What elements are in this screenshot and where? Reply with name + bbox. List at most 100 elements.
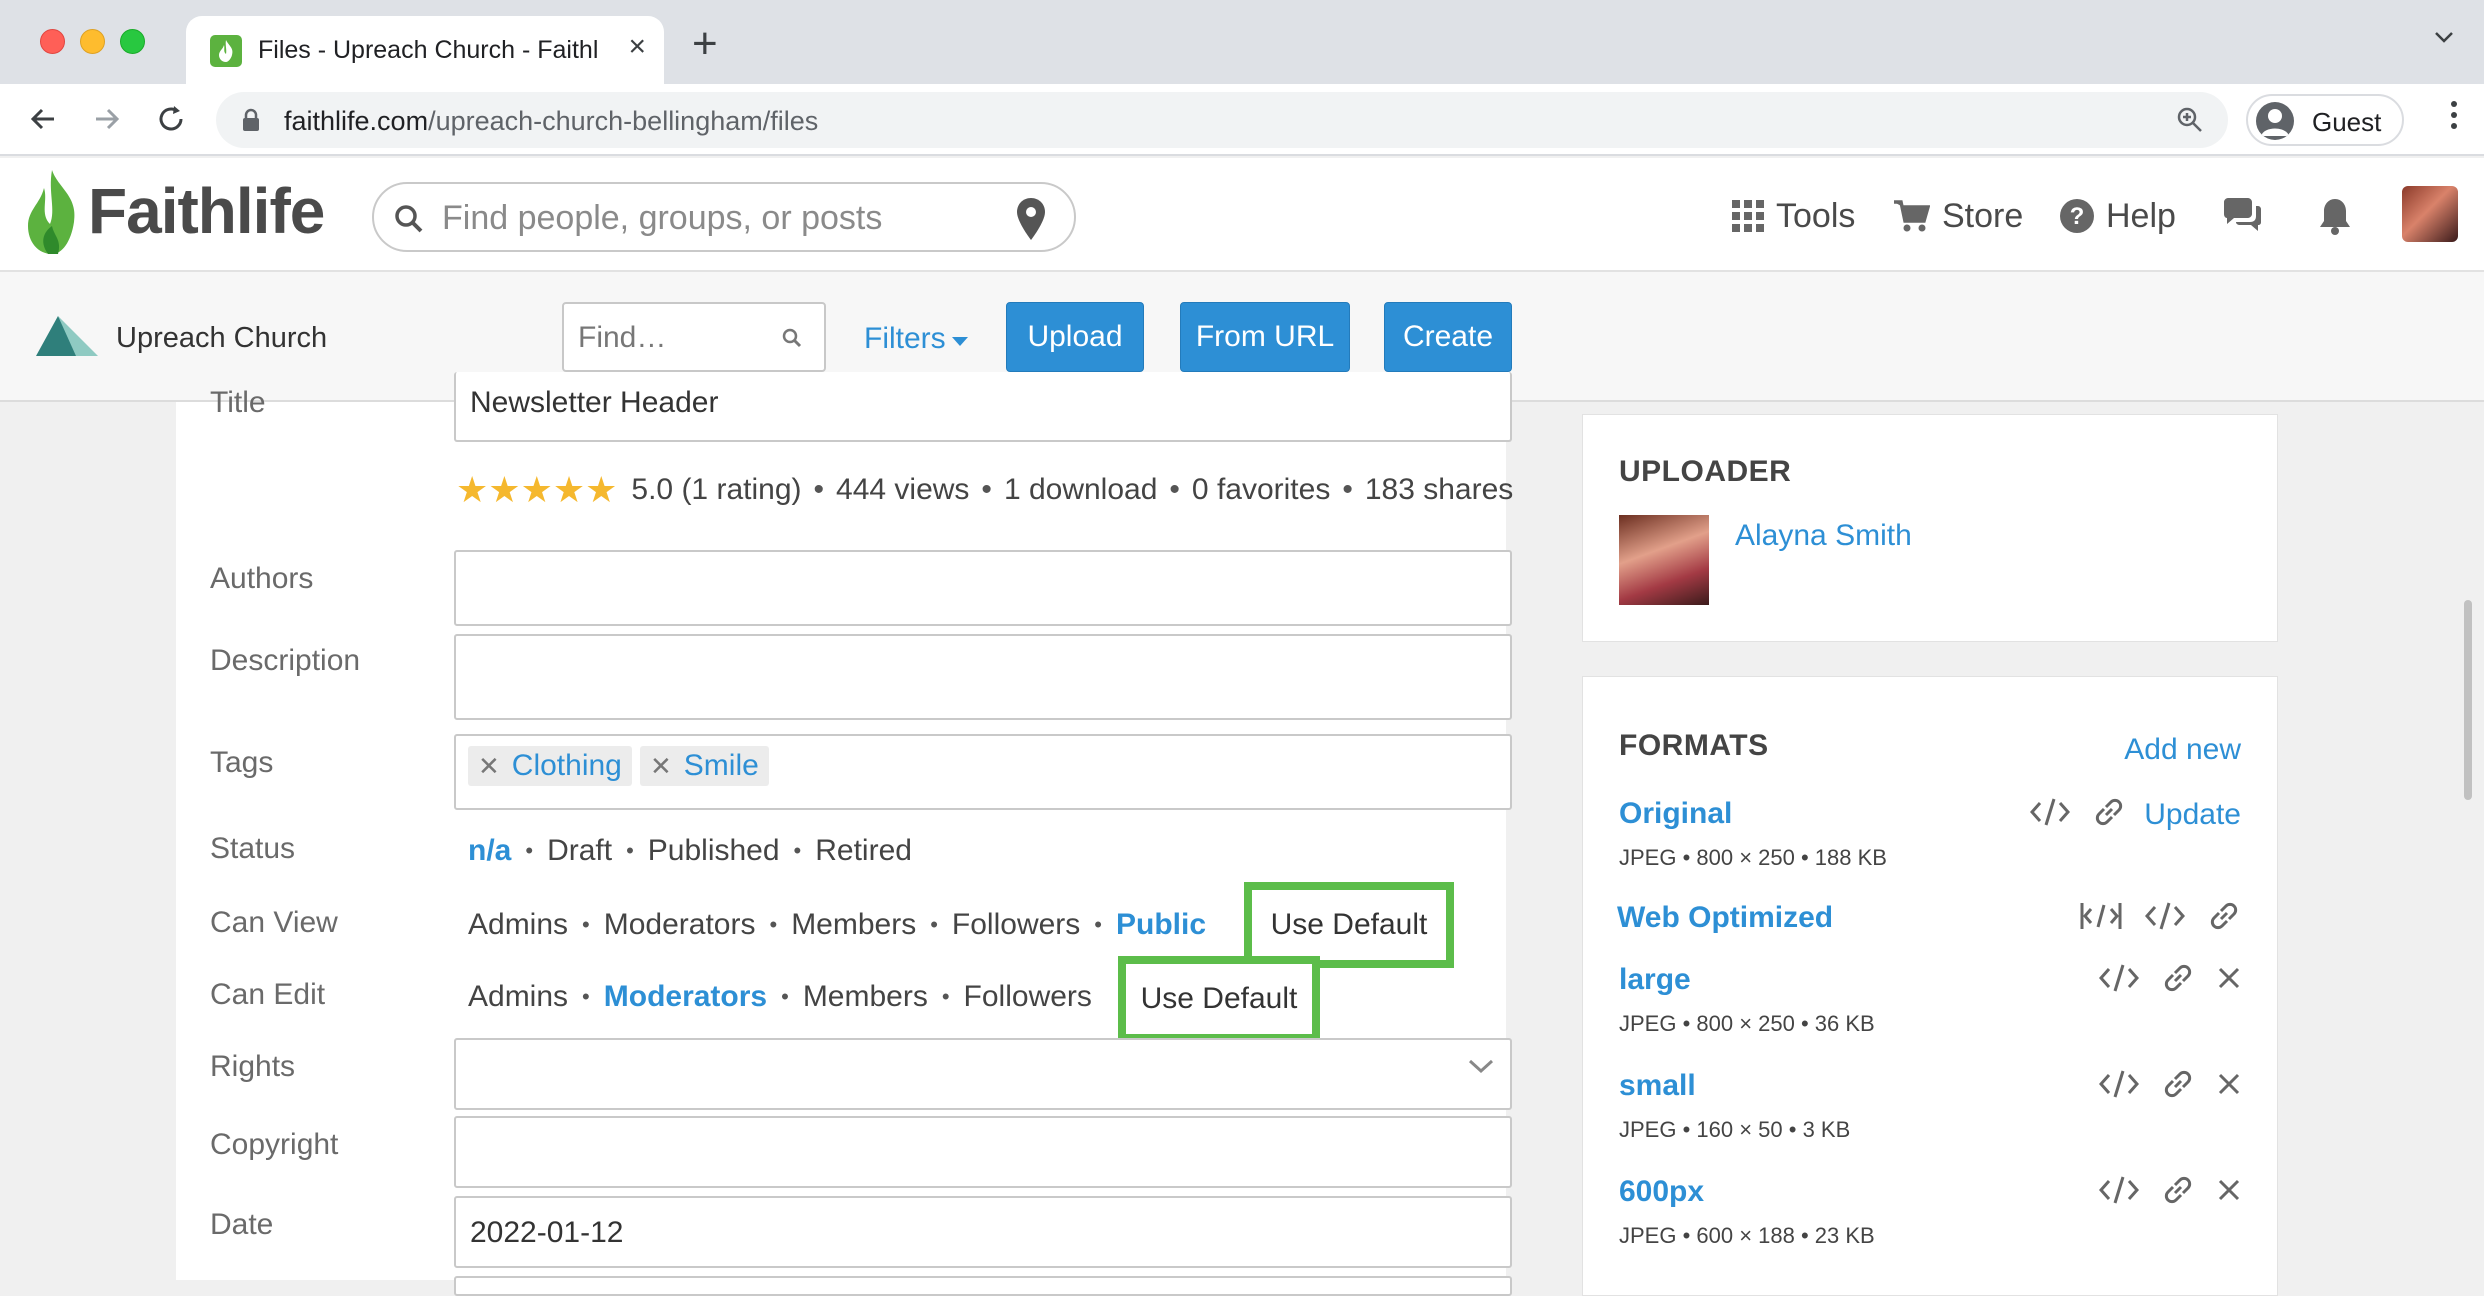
faithlife-flame-icon[interactable] [24,170,80,261]
embed-code-icon[interactable] [2098,963,2140,998]
page-scrollbar[interactable] [2464,600,2472,800]
minimize-window-button[interactable] [80,29,105,54]
files-find-box[interactable] [562,302,826,372]
copy-link-icon[interactable] [2161,961,2195,1000]
user-avatar[interactable] [2402,186,2458,242]
messages-icon[interactable] [2222,194,2274,238]
status-option-na[interactable]: n/a [468,834,511,868]
notifications-bell-icon[interactable] [2318,194,2364,238]
title-value[interactable]: Newsletter Header [470,386,718,420]
close-tab-icon[interactable]: × [628,32,646,62]
remove-tag-icon[interactable]: ✕ [478,751,500,782]
browser-menu-icon[interactable] [2450,100,2458,135]
date-value[interactable]: 2022-01-12 [470,1216,623,1250]
star-icon[interactable]: ★ [456,472,488,508]
status-label: Status [210,832,296,865]
format-small-meta: JPEG • 160 × 50 • 3 KB [1619,1117,1851,1142]
add-new-format-link[interactable]: Add new [2124,733,2241,767]
can-view-option-followers[interactable]: Followers [952,908,1080,942]
format-600px-link[interactable]: 600px [1619,1175,1704,1209]
date-input[interactable]: 2022-01-12 [454,1196,1512,1268]
maximize-window-button[interactable] [120,29,145,54]
location-pin-icon[interactable] [1016,198,1046,245]
tag-label[interactable]: Smile [684,749,759,783]
global-search-input[interactable] [442,196,982,240]
format-original-link[interactable]: Original [1619,797,1732,831]
global-search[interactable] [372,182,1076,252]
star-icon[interactable]: ★ [521,472,553,508]
formats-heading: FORMATS [1619,729,1769,762]
authors-input[interactable] [454,550,1512,626]
close-window-button[interactable] [40,29,65,54]
profile-button[interactable]: Guest [2246,94,2404,146]
status-option-draft[interactable]: Draft [547,834,612,868]
format-large-link[interactable]: large [1619,963,1691,997]
help-menu[interactable]: ? Help [2060,194,2176,238]
star-icon[interactable]: ★ [553,472,585,508]
title-field[interactable]: Newsletter Header [454,372,1512,442]
update-link[interactable]: Update [2144,798,2241,832]
upload-button[interactable]: Upload [1006,302,1144,372]
tags-input[interactable]: ✕ Clothing ✕ Smile [454,734,1512,810]
embed-code-icon[interactable] [2098,1175,2140,1210]
copy-link-icon[interactable] [2161,1067,2195,1106]
embed-code-icon[interactable] [2098,1069,2140,1104]
new-tab-button[interactable]: + [692,22,718,66]
can-edit-option-members[interactable]: Members [803,980,928,1014]
status-option-retired[interactable]: Retired [815,834,912,868]
can-view-option-public[interactable]: Public [1116,908,1206,942]
filters-dropdown[interactable]: Filters [864,322,968,356]
filters-label: Filters [864,322,946,355]
can-view-option-moderators[interactable]: Moderators [604,908,756,942]
back-arrow-icon[interactable] [28,104,58,139]
copyright-input[interactable] [454,1116,1512,1188]
store-menu[interactable]: Store [1894,194,2023,238]
from-url-button[interactable]: From URL [1180,302,1350,372]
search-icon [394,204,424,239]
group-logo-icon[interactable] [36,316,98,361]
delete-x-icon[interactable] [2217,1178,2241,1207]
tag-label[interactable]: Clothing [512,749,622,783]
tab-search-chevron-icon[interactable] [2434,30,2454,48]
search-icon[interactable] [782,328,802,353]
copy-link-icon[interactable] [2161,1173,2195,1212]
tools-menu[interactable]: Tools [1732,194,1855,238]
format-web-optimized-actions [2057,899,2241,938]
can-view-option-admins[interactable]: Admins [468,908,568,942]
next-field[interactable] [454,1276,1512,1296]
star-icon[interactable]: ★ [488,472,520,508]
uploader-avatar[interactable] [1619,515,1709,605]
lock-icon[interactable] [242,108,260,137]
delete-x-icon[interactable] [2217,1072,2241,1101]
format-web-optimized-link[interactable]: Web Optimized [1617,901,1833,935]
description-input[interactable] [454,634,1512,720]
group-name[interactable]: Upreach Church [116,322,327,355]
can-edit-option-followers[interactable]: Followers [964,980,1092,1014]
format-small-link[interactable]: small [1619,1069,1696,1103]
star-icon[interactable]: ★ [585,472,617,508]
delete-x-icon[interactable] [2217,966,2241,995]
copy-link-icon[interactable] [2207,899,2241,938]
address-bar[interactable]: faithlife.com/upreach-church-bellingham/… [216,92,2228,148]
can-edit-use-default[interactable]: Use Default [1118,956,1320,1042]
resize-code-icon[interactable] [2079,901,2123,936]
embed-code-icon[interactable] [2144,901,2186,936]
create-button[interactable]: Create [1384,302,1512,372]
status-option-published[interactable]: Published [648,834,780,868]
browser-tab[interactable]: Files - Upreach Church - Faithlife × [186,16,664,84]
reload-icon[interactable] [156,104,186,139]
can-edit-option-admins[interactable]: Admins [468,980,568,1014]
embed-code-icon[interactable] [2030,797,2071,832]
files-find-input[interactable] [578,318,778,358]
zoom-icon[interactable] [2176,106,2204,139]
remove-tag-icon[interactable]: ✕ [650,751,672,782]
rights-select[interactable] [454,1038,1512,1110]
copy-link-icon[interactable] [2092,795,2126,834]
can-view-option-members[interactable]: Members [791,908,916,942]
forward-arrow-icon[interactable] [92,104,122,139]
faithlife-logo-text[interactable]: Faithlife [88,174,325,248]
copyright-label: Copyright [210,1128,339,1161]
can-edit-option-moderators[interactable]: Moderators [604,980,767,1014]
rating-stars[interactable]: ★ ★ ★ ★ ★ [456,472,617,508]
uploader-name-link[interactable]: Alayna Smith [1735,519,1912,553]
